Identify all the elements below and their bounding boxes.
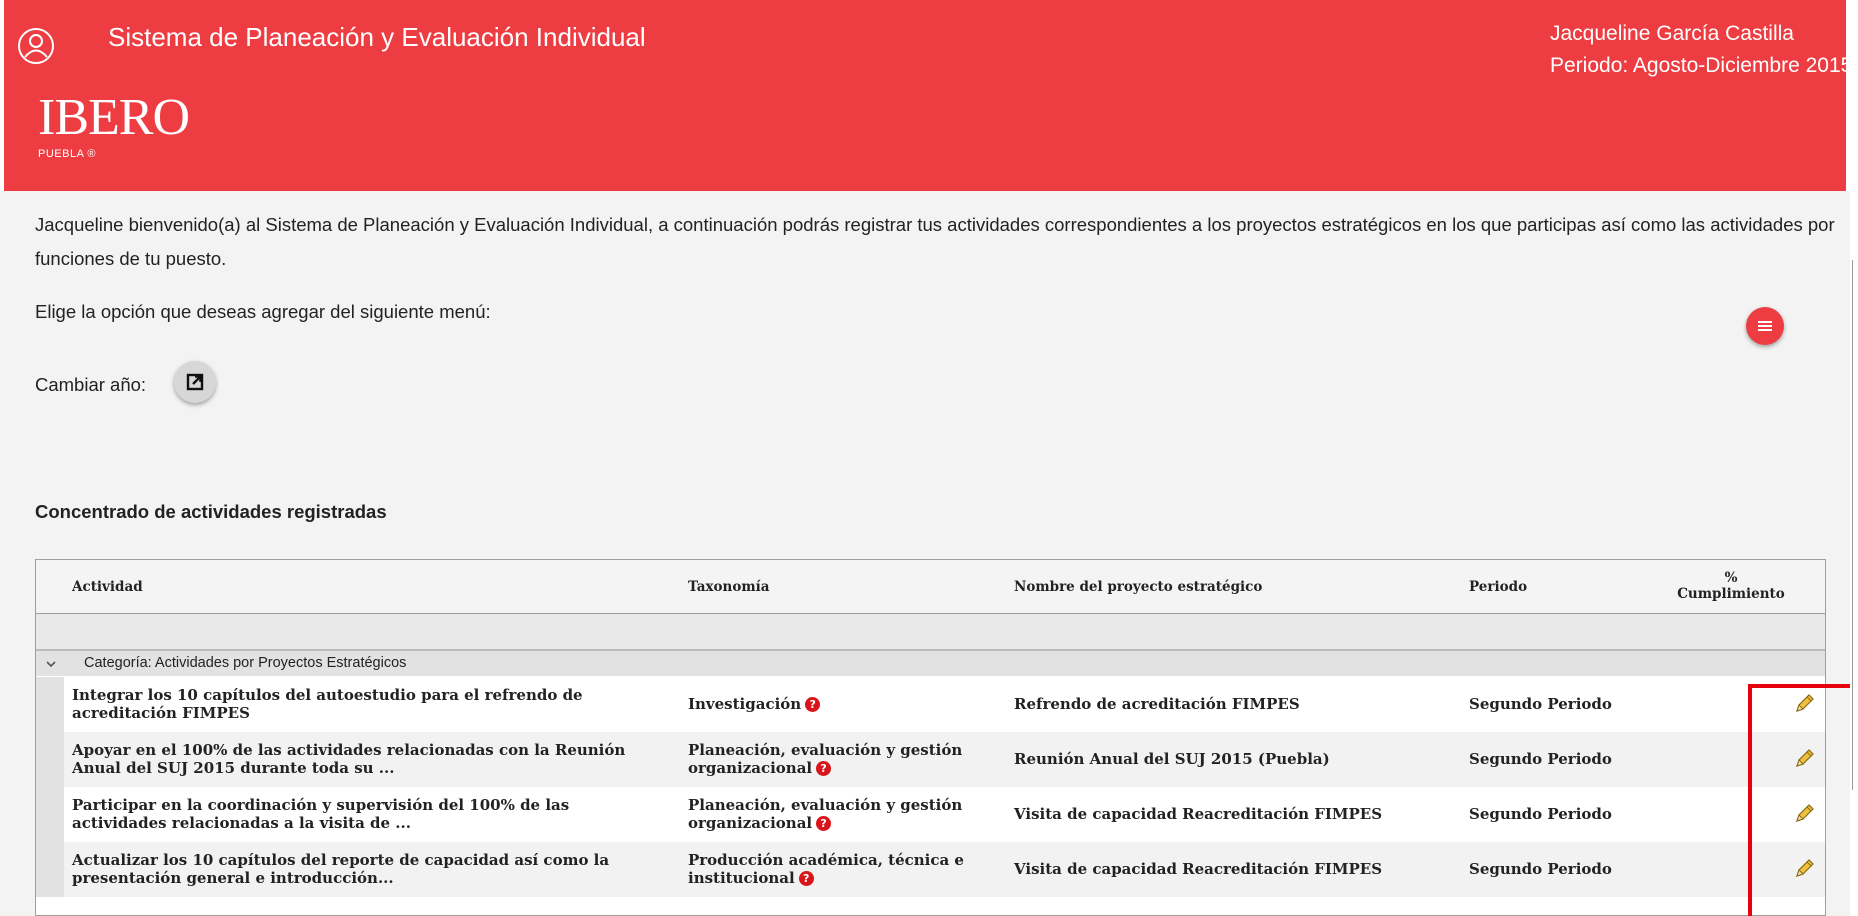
pencil-icon <box>1796 804 1814 822</box>
open-external-icon <box>186 373 204 391</box>
pencil-icon <box>1796 859 1814 877</box>
cell-taxonomy: Planeación, evaluación y gestión organiz… <box>688 796 988 832</box>
compliance-header-label: Cumplimiento <box>1677 586 1785 602</box>
cell-taxonomy: Producción académica, técnica e instituc… <box>688 851 988 887</box>
cell-project: Visita de capacidad Reacreditación FIMPE… <box>1014 860 1383 878</box>
app-window: Sistema de Planeación y Evaluación Indiv… <box>0 0 1858 916</box>
cell-taxonomy: Planeación, evaluación y gestión organiz… <box>688 741 988 777</box>
app-header: Sistema de Planeación y Evaluación Indiv… <box>4 0 1852 191</box>
table-row[interactable]: Apoyar en el 100% de las actividades rel… <box>36 732 1825 787</box>
taxonomy-label: Producción académica, técnica e instituc… <box>688 851 964 887</box>
edit-button[interactable] <box>1794 857 1816 879</box>
table-row[interactable]: Participar en la coordinación y supervis… <box>36 787 1825 842</box>
column-header-period[interactable]: Periodo <box>1469 579 1527 595</box>
edit-button[interactable] <box>1794 692 1816 714</box>
logo-wordmark: IBERO <box>38 89 190 146</box>
grid-header: Actividad Taxonomía Nombre del proyecto … <box>36 560 1825 614</box>
cell-period: Segundo Periodo <box>1469 805 1612 823</box>
cell-activity: Participar en la coordinación y supervis… <box>72 796 570 832</box>
logo-subtitle: PUEBLA ® <box>38 148 96 160</box>
welcome-text: Jacqueline bienvenido(a) al Sistema de P… <box>35 214 1835 269</box>
help-circle-icon[interactable]: ? <box>816 761 832 776</box>
ibero-logo: IBERO PUEBLA ® <box>38 89 190 161</box>
cell-project: Refrendo de acreditación FIMPES <box>1014 695 1300 713</box>
row-indent <box>36 677 64 732</box>
group-row[interactable]: Categoría: Actividades por Proyectos Est… <box>36 650 1825 676</box>
section-title: Concentrado de actividades registradas <box>35 501 387 522</box>
scrollbar[interactable] <box>1852 260 1853 790</box>
cell-activity: Integrar los 10 capítulos del autoestudi… <box>72 686 583 722</box>
user-name: Jacqueline García Castilla <box>1550 22 1794 45</box>
row-indent <box>36 842 64 897</box>
edit-button[interactable] <box>1794 802 1816 824</box>
help-circle-icon[interactable]: ? <box>805 697 821 712</box>
chevron-down-icon[interactable] <box>44 657 58 671</box>
grid-filter-row[interactable] <box>36 614 1825 650</box>
taxonomy-label: Investigación <box>688 695 802 713</box>
row-indent <box>36 732 64 787</box>
table-row[interactable]: Integrar los 10 capítulos del autoestudi… <box>36 677 1825 732</box>
column-header-project[interactable]: Nombre del proyecto estratégico <box>1014 579 1262 595</box>
compliance-header-percent: % <box>1724 570 1738 586</box>
cell-period: Segundo Periodo <box>1469 695 1612 713</box>
pencil-icon <box>1796 694 1814 712</box>
group-label: Categoría: Actividades por Proyectos Est… <box>84 655 407 671</box>
help-circle-icon[interactable]: ? <box>816 816 832 831</box>
row-indent <box>36 787 64 842</box>
activities-grid: Actividad Taxonomía Nombre del proyecto … <box>35 559 1826 916</box>
user-circle-icon[interactable] <box>16 26 56 66</box>
cell-activity: Actualizar los 10 capítulos del reporte … <box>72 851 610 887</box>
column-header-taxonomy[interactable]: Taxonomía <box>688 579 770 595</box>
menu-icon <box>1758 321 1772 331</box>
help-circle-icon[interactable]: ? <box>798 871 814 886</box>
main-content: Jacqueline bienvenido(a) al Sistema de P… <box>0 191 1858 916</box>
menu-button[interactable] <box>1746 307 1784 345</box>
user-period: Periodo: Agosto-Diciembre 2015 <box>1550 54 1853 77</box>
cell-period: Segundo Periodo <box>1469 860 1612 878</box>
column-header-activity[interactable]: Actividad <box>72 579 143 595</box>
change-year-button[interactable] <box>174 361 216 403</box>
cell-period: Segundo Periodo <box>1469 750 1612 768</box>
menu-prompt: Elige la opción que deseas agregar del s… <box>35 301 491 322</box>
column-header-compliance[interactable]: % Cumplimiento <box>1661 570 1801 602</box>
edit-button[interactable] <box>1794 747 1816 769</box>
cell-project: Visita de capacidad Reacreditación FIMPE… <box>1014 805 1383 823</box>
app-title: Sistema de Planeación y Evaluación Indiv… <box>108 22 646 52</box>
pencil-icon <box>1796 749 1814 767</box>
table-row[interactable]: Actualizar los 10 capítulos del reporte … <box>36 842 1825 897</box>
cell-taxonomy: Investigación? <box>688 695 988 713</box>
cell-activity: Apoyar en el 100% de las actividades rel… <box>72 741 626 777</box>
change-year-label: Cambiar año: <box>35 374 147 395</box>
cell-project: Reunión Anual del SUJ 2015 (Puebla) <box>1014 750 1330 768</box>
